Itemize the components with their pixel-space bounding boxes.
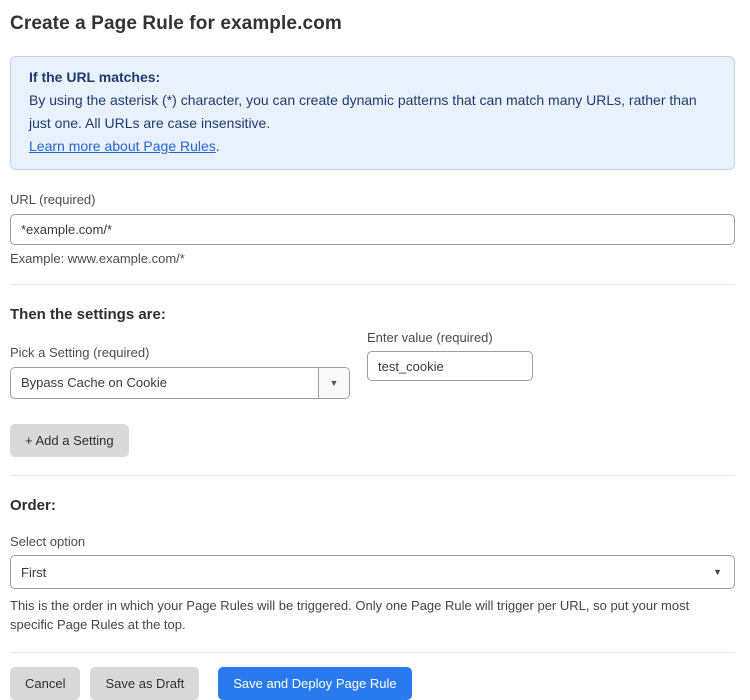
order-helper-text: This is the order in which your Page Rul…: [10, 596, 730, 634]
footer-actions: Cancel Save as Draft Save and Deploy Pag…: [10, 667, 735, 700]
setting-select[interactable]: Bypass Cache on Cookie ▼: [10, 367, 350, 399]
settings-row: Pick a Setting (required) Bypass Cache o…: [10, 323, 735, 399]
save-and-deploy-button[interactable]: Save and Deploy Page Rule: [218, 667, 411, 700]
divider: [10, 475, 735, 476]
create-page-rule-form: Create a Page Rule for example.com If th…: [0, 0, 750, 688]
divider: [10, 652, 735, 653]
setting-picker-column: Pick a Setting (required) Bypass Cache o…: [10, 323, 350, 399]
info-box-link-line: Learn more about Page Rules.: [29, 135, 716, 158]
value-label: Enter value (required): [367, 330, 533, 345]
add-setting-button[interactable]: + Add a Setting: [10, 424, 129, 457]
setting-select-value: Bypass Cache on Cookie: [11, 368, 318, 398]
link-suffix: .: [216, 138, 220, 154]
cancel-button[interactable]: Cancel: [10, 667, 80, 700]
setting-select-dropdown-button[interactable]: ▼: [318, 368, 349, 398]
info-box-heading: If the URL matches:: [29, 66, 716, 89]
settings-heading: Then the settings are:: [10, 306, 735, 323]
url-match-info-box: If the URL matches: By using the asteris…: [10, 56, 735, 170]
order-heading: Order:: [10, 497, 735, 514]
url-helper-text: Example: www.example.com/*: [10, 251, 735, 266]
order-select-value: First: [11, 565, 713, 580]
chevron-down-icon: ▼: [330, 379, 339, 388]
page-title: Create a Page Rule for example.com: [10, 13, 735, 35]
info-box-body: By using the asterisk (*) character, you…: [29, 89, 716, 135]
setting-value-input[interactable]: [367, 351, 533, 381]
chevron-down-icon: ▼: [713, 568, 734, 577]
save-as-draft-button[interactable]: Save as Draft: [90, 667, 199, 700]
order-select[interactable]: First ▼: [10, 555, 735, 589]
page-rules-link[interactable]: Learn more about Page Rules: [29, 138, 216, 154]
setting-label: Pick a Setting (required): [10, 345, 350, 360]
order-select-label: Select option: [10, 534, 735, 549]
info-box-body-text: By using the asterisk (*) character, you…: [29, 92, 697, 131]
url-input[interactable]: [10, 214, 735, 245]
setting-value-column: Enter value (required): [367, 330, 533, 381]
divider: [10, 284, 735, 285]
url-label: URL (required): [10, 192, 735, 207]
